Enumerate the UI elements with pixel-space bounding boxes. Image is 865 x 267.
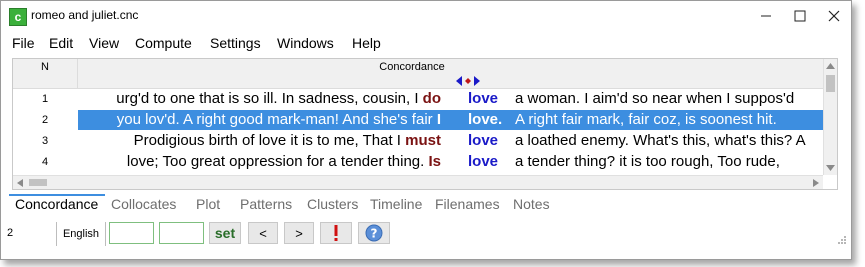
tab-concordance[interactable]: Concordance xyxy=(15,196,98,212)
scroll-down-icon[interactable] xyxy=(826,165,835,171)
window-title: romeo and juliet.cnc xyxy=(31,8,139,22)
node-word: love xyxy=(468,153,499,170)
left-context-text: urg'd to one that is so ill. In sadness,… xyxy=(116,90,419,107)
tab-patterns[interactable]: Patterns xyxy=(240,196,292,212)
menu-view[interactable]: View xyxy=(89,35,119,51)
collocate-word: I xyxy=(436,111,441,128)
next-button[interactable]: > xyxy=(284,222,314,244)
table-row[interactable]: 4 love; Too great oppression for a tende… xyxy=(13,152,823,172)
row-number: 1 xyxy=(41,93,49,105)
column-header-n[interactable]: N xyxy=(13,59,78,88)
menu-compute[interactable]: Compute xyxy=(135,35,192,51)
right-context: a woman. I aim'd so near when I suppos'd xyxy=(515,90,795,107)
left-context: love; Too great oppression for a tender … xyxy=(127,152,441,172)
entry-count: 2 xyxy=(7,227,14,239)
tab-plot[interactable]: Plot xyxy=(196,196,220,212)
tab-timeline[interactable]: Timeline xyxy=(370,196,422,212)
table-row[interactable]: 1 urg'd to one that is so ill. In sadnes… xyxy=(13,89,823,109)
language-indicator[interactable]: English xyxy=(56,222,106,246)
menu-settings[interactable]: Settings xyxy=(210,35,261,51)
view-tabs: Concordance Collocates Plot Patterns Clu… xyxy=(9,194,609,218)
app-icon: c xyxy=(9,8,27,26)
left-context: you lov'd. A right good mark-man! And sh… xyxy=(117,110,441,130)
menu-bar: File Edit View Compute Settings Windows … xyxy=(1,32,851,54)
sort-arrows-icon[interactable] xyxy=(456,76,480,86)
title-bar: c romeo and juliet.cnc xyxy=(1,1,851,31)
minimize-button[interactable] xyxy=(749,1,783,31)
horizontal-scroll-thumb[interactable] xyxy=(29,179,47,186)
collocate-word: do xyxy=(422,90,441,107)
tab-filenames[interactable]: Filenames xyxy=(435,196,500,212)
previous-button-label: < xyxy=(259,225,267,241)
left-context-text: you lov'd. A right good mark-man! And sh… xyxy=(116,111,433,128)
menu-edit[interactable]: Edit xyxy=(49,35,73,51)
resize-grip-icon[interactable] xyxy=(837,235,847,245)
row-number: 2 xyxy=(41,114,49,126)
tab-collocates[interactable]: Collocates xyxy=(111,196,176,212)
set-button[interactable]: set xyxy=(209,222,241,244)
next-button-label: > xyxy=(295,225,303,241)
scroll-left-icon[interactable] xyxy=(17,179,23,187)
previous-button[interactable]: < xyxy=(248,222,278,244)
vertical-scroll-thumb[interactable] xyxy=(826,75,835,92)
app-window: c romeo and juliet.cnc File Edit View Co… xyxy=(0,0,852,260)
help-icon: ? xyxy=(365,224,383,242)
table-row-selected[interactable]: 2 you lov'd. A right good mark-man! And … xyxy=(13,110,823,130)
help-button[interactable]: ? xyxy=(358,222,390,244)
vertical-scrollbar[interactable] xyxy=(823,59,837,175)
left-context-text: Prodigious birth of love it is to me, Th… xyxy=(133,132,401,149)
table-row[interactable]: 3 Prodigious birth of love it is to me, … xyxy=(13,131,823,151)
menu-help[interactable]: Help xyxy=(352,35,381,51)
svg-text:?: ? xyxy=(371,227,378,241)
exclamation-icon xyxy=(334,225,338,241)
scroll-up-icon[interactable] xyxy=(826,63,835,69)
search-input-1[interactable] xyxy=(109,222,154,244)
alert-button[interactable] xyxy=(320,222,352,244)
menu-file[interactable]: File xyxy=(12,35,35,51)
node-word: love xyxy=(468,132,499,149)
right-context: A right fair mark, fair coz, is soonest … xyxy=(515,111,777,128)
menu-windows[interactable]: Windows xyxy=(277,35,334,51)
close-icon xyxy=(828,10,840,22)
node-word: love. xyxy=(468,111,503,128)
search-input-2[interactable] xyxy=(159,222,204,244)
row-number: 3 xyxy=(41,135,49,147)
horizontal-scrollbar[interactable] xyxy=(13,175,823,189)
concordance-grid[interactable]: N Concordance 1 urg'd to one that is so … xyxy=(12,58,838,190)
left-context: urg'd to one that is so ill. In sadness,… xyxy=(116,89,441,109)
tab-clusters[interactable]: Clusters xyxy=(307,196,358,212)
scroll-right-icon[interactable] xyxy=(813,179,819,187)
set-button-label: set xyxy=(214,225,236,241)
column-header-concordance[interactable]: Concordance xyxy=(379,59,444,75)
right-context: a tender thing? it is too rough, Too rud… xyxy=(515,153,780,170)
collocate-word: must xyxy=(405,132,441,149)
node-word: love xyxy=(468,90,499,107)
left-context-text: love; Too great oppression for a tender … xyxy=(126,153,425,170)
minimize-icon xyxy=(761,15,771,17)
maximize-icon xyxy=(794,10,806,22)
tab-notes[interactable]: Notes xyxy=(513,196,550,212)
status-bar: 2 English set < > ? xyxy=(1,219,851,249)
collocate-word: Is xyxy=(428,153,441,170)
grid-header: N Concordance xyxy=(13,59,823,89)
right-context: a loathed enemy. What's this, what's thi… xyxy=(515,132,806,149)
row-number: 4 xyxy=(41,156,49,168)
close-button[interactable] xyxy=(817,1,851,31)
left-context: Prodigious birth of love it is to me, Th… xyxy=(134,131,441,151)
maximize-button[interactable] xyxy=(783,1,817,31)
